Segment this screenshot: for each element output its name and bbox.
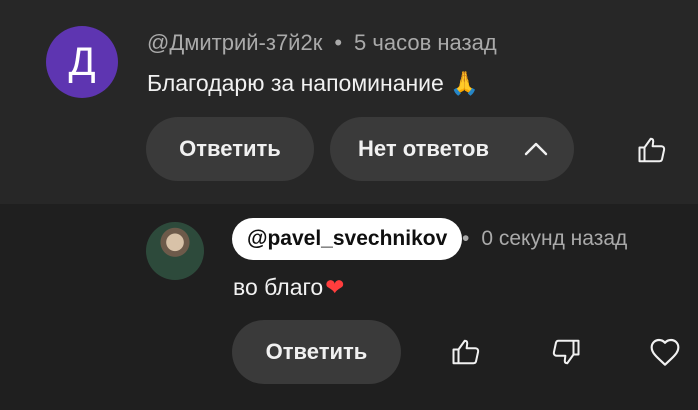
reply-button-label: Ответить (179, 136, 281, 161)
replies-toggle-label: Нет ответов (358, 136, 490, 161)
chevron-up-icon (524, 142, 548, 156)
dislike-button[interactable] (546, 332, 586, 372)
thumbs-up-icon (638, 137, 666, 163)
thumbs-down-icon (552, 339, 580, 365)
heart-button[interactable] (645, 332, 685, 372)
comment-time[interactable]: 5 часов назад (354, 30, 497, 55)
comment-thread: Д @Дмитрий-з7й2к • 5 часов назад Благодарю… (0, 0, 698, 204)
thumbs-up-icon (452, 339, 480, 365)
mention-chip[interactable]: @pavel_svechnikov (232, 218, 463, 260)
mention-text: @pavel_svechnikov (247, 227, 448, 250)
reply-button[interactable]: Ответить (146, 117, 314, 181)
reply-text: во благо❤ (233, 274, 344, 301)
heart-outline-icon (650, 338, 680, 366)
reply-meta: • 0 секунд назад (462, 227, 627, 251)
comment-author[interactable]: @Дмитрий-з7й2к (147, 30, 322, 55)
reply-time[interactable]: 0 секунд назад (481, 227, 627, 250)
like-button[interactable] (632, 130, 672, 170)
heart-emoji: ❤ (325, 274, 345, 300)
comment-emoji: 🙏 (450, 70, 479, 96)
reply-button[interactable]: Ответить (232, 320, 401, 384)
reply-body: во благо (233, 274, 324, 300)
replies-toggle-button[interactable]: Нет ответов (330, 117, 574, 181)
avatar-letter: Д (68, 39, 96, 84)
reply-button-label: Ответить (265, 339, 368, 364)
comment-text: Благодарю за напоминание 🙏 (147, 70, 479, 97)
like-button[interactable] (446, 332, 486, 372)
comment-meta: @Дмитрий-з7й2к • 5 часов назад (147, 30, 497, 56)
reply-thread: @pavel_svechnikov • 0 секунд назад во бла… (0, 204, 698, 410)
avatar[interactable]: Д (46, 26, 118, 98)
comment-body: Благодарю за напоминание (147, 70, 444, 96)
meta-separator: • (462, 227, 470, 250)
meta-separator: • (334, 30, 343, 55)
reply-avatar[interactable] (146, 222, 204, 280)
